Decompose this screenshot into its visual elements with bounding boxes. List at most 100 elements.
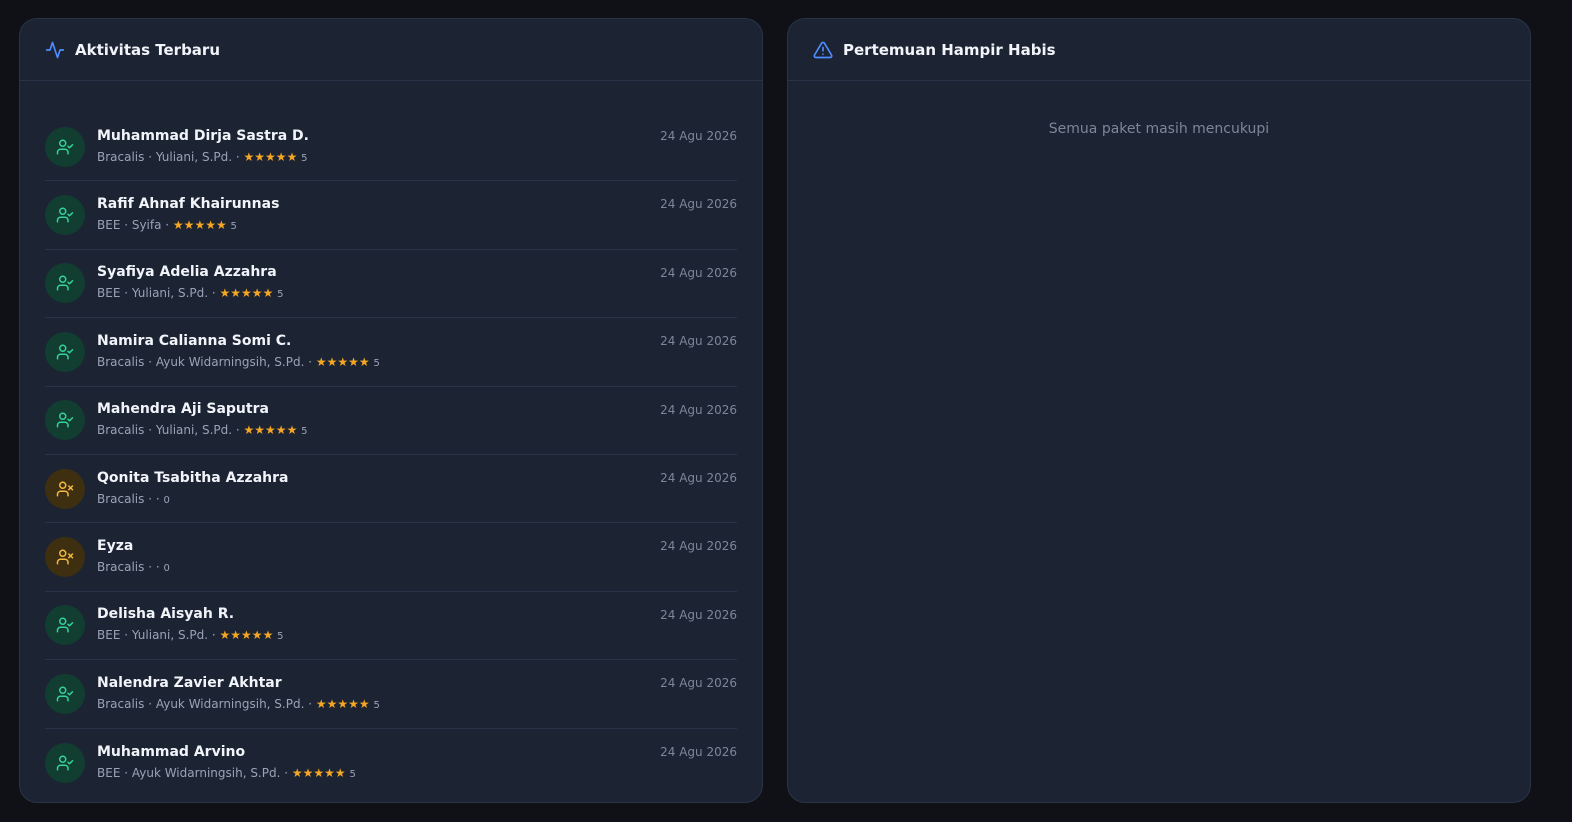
rating-score: 5 bbox=[277, 631, 284, 643]
rating-stars: ★★★★★ bbox=[172, 218, 227, 233]
activity-date: 24 Agu 2026 bbox=[660, 129, 737, 143]
activity-date: 24 Agu 2026 bbox=[660, 744, 737, 759]
activity-text: Syafiya Adelia Azzahra BEE · Yuliani, S.P… bbox=[97, 263, 284, 303]
user-check-icon bbox=[56, 616, 74, 634]
rating-score: 0 bbox=[163, 494, 170, 506]
user-check-avatar bbox=[45, 263, 85, 304]
activity-meta-text: BEE · Yuliani, S.Pd. · bbox=[97, 286, 220, 301]
user-check-avatar bbox=[45, 400, 85, 441]
activity-item[interactable]: Qonita Tsabitha Azzahra Bracalis · · 0 24 … bbox=[45, 455, 737, 524]
rating-stars: ★★★★★ bbox=[291, 765, 346, 780]
activity-meta: Bracalis · Ayuk Widarningsih, S.Pd. · ★★… bbox=[97, 696, 380, 714]
activity-text: Mahendra Aji Saputra Bracalis · Yuliani, … bbox=[97, 400, 308, 440]
user-check-icon bbox=[56, 274, 74, 292]
activity-meta: Bracalis · Yuliani, S.Pd. · ★★★★★ 5 bbox=[97, 149, 309, 167]
activity-item[interactable]: Delisha Aisyah R. BEE · Yuliani, S.Pd. · … bbox=[45, 592, 737, 661]
activity-item[interactable]: Mahendra Aji Saputra Bracalis · Yuliani, … bbox=[45, 387, 737, 455]
rating-stars: ★★★★★ bbox=[315, 354, 370, 369]
rating-stars: ★★★★★ bbox=[243, 423, 298, 438]
activity-meta-text: Bracalis · Yuliani, S.Pd. · bbox=[97, 423, 244, 438]
activity-meta-text: Bracalis · · bbox=[97, 491, 164, 506]
activity-meta: BEE · Yuliani, S.Pd. · ★★★★★ 5 bbox=[97, 627, 284, 645]
rating-stars: ★★★★★ bbox=[243, 149, 298, 164]
low-sessions-title: Pertemuan Hampir Habis bbox=[843, 40, 1056, 59]
activity-date: 24 Agu 2026 bbox=[660, 402, 737, 417]
student-name: Qonita Tsabitha Azzahra bbox=[97, 469, 289, 486]
user-x-avatar bbox=[45, 537, 85, 578]
student-name: Namira Calianna Somi C. bbox=[97, 332, 292, 349]
activity-text: Delisha Aisyah R. BEE · Yuliani, S.Pd. · … bbox=[97, 605, 284, 645]
student-name: Muhammad Dirja Sastra D. bbox=[97, 127, 309, 144]
activity-item[interactable]: Muhammad Arvino BEE · Ayuk Widarningsih, … bbox=[45, 729, 737, 797]
activity-meta-text: BEE · Ayuk Widarningsih, S.Pd. · bbox=[97, 765, 292, 780]
activity-meta-text: Bracalis · Yuliani, S.Pd. · bbox=[97, 149, 244, 164]
activity-text: Nalendra Zavier Akhtar Bracalis · Ayuk Wi… bbox=[97, 674, 380, 714]
student-name: Mahendra Aji Saputra bbox=[97, 401, 269, 418]
user-check-icon bbox=[56, 754, 74, 772]
activity-date: 24 Agu 2026 bbox=[660, 197, 737, 212]
rating-score: 5 bbox=[301, 152, 308, 164]
activity-item[interactable]: Syafiya Adelia Azzahra BEE · Yuliani, S.P… bbox=[45, 250, 737, 319]
recent-activity-header: Aktivitas Terbaru bbox=[20, 19, 762, 81]
activity-text: Muhammad Arvino BEE · Ayuk Widarningsih, … bbox=[97, 743, 356, 783]
activity-date: 24 Agu 2026 bbox=[660, 470, 737, 485]
rating-score: 5 bbox=[277, 289, 284, 301]
activity-item[interactable]: Nalendra Zavier Akhtar Bracalis · Ayuk Wi… bbox=[45, 660, 737, 729]
rating-score: 5 bbox=[373, 357, 380, 369]
student-name: Delisha Aisyah R. bbox=[97, 606, 235, 623]
user-check-icon bbox=[56, 343, 74, 361]
activity-date: 24 Agu 2026 bbox=[660, 334, 737, 349]
user-check-avatar bbox=[45, 195, 85, 236]
student-name: Rafif Ahnaf Khairunnas bbox=[97, 196, 280, 213]
activity-meta: BEE · Yuliani, S.Pd. · ★★★★★ 5 bbox=[97, 285, 284, 303]
warning-triangle-icon bbox=[813, 40, 833, 60]
activity-item[interactable]: Rafif Ahnaf Khairunnas BEE · Syifa · ★★★★… bbox=[45, 181, 737, 250]
activity-date: 24 Agu 2026 bbox=[660, 607, 737, 622]
activity-text: Qonita Tsabitha Azzahra Bracalis · · 0 bbox=[97, 469, 288, 509]
activity-text: Namira Calianna Somi C. Bracalis · Ayuk W… bbox=[97, 332, 380, 372]
activity-meta: Bracalis · Yuliani, S.Pd. · ★★★★★ 5 bbox=[97, 422, 308, 440]
rating-score: 5 bbox=[230, 221, 237, 233]
dashboard: Aktivitas Terbaru Muhammad Dirja Sastra … bbox=[0, 0, 1572, 822]
activity-date: 24 Agu 2026 bbox=[660, 676, 737, 691]
user-x-icon bbox=[56, 480, 74, 498]
rating-score: 5 bbox=[301, 426, 308, 438]
user-check-avatar bbox=[45, 605, 85, 646]
recent-activity-title: Aktivitas Terbaru bbox=[75, 40, 221, 59]
low-sessions-header: Pertemuan Hampir Habis bbox=[788, 19, 1530, 81]
activity-item[interactable]: Muhammad Dirja Sastra D. Bracalis · Yulia… bbox=[45, 113, 737, 182]
activity-meta-text: BEE · Yuliani, S.Pd. · bbox=[97, 628, 220, 643]
activity-meta-text: Bracalis · Ayuk Widarningsih, S.Pd. · bbox=[97, 354, 316, 369]
activity-text: Eyza Bracalis · · 0 bbox=[97, 537, 170, 577]
activity-meta: Bracalis · Ayuk Widarningsih, S.Pd. · ★★… bbox=[97, 354, 380, 372]
activity-meta: BEE · Ayuk Widarningsih, S.Pd. · ★★★★★ 5 bbox=[97, 765, 356, 783]
student-name: Eyza bbox=[97, 538, 134, 555]
user-x-avatar bbox=[45, 468, 85, 509]
activity-item[interactable]: Eyza Bracalis · · 0 24 Agu 2026 bbox=[45, 523, 737, 592]
user-x-icon bbox=[56, 548, 74, 566]
activity-text: Muhammad Dirja Sastra D. Bracalis · Yulia… bbox=[97, 127, 309, 167]
user-check-avatar bbox=[45, 331, 85, 372]
rating-score: 5 bbox=[349, 768, 356, 780]
user-check-avatar bbox=[45, 673, 85, 714]
activity-date: 24 Agu 2026 bbox=[660, 539, 737, 554]
activity-date: 24 Agu 2026 bbox=[660, 265, 737, 280]
user-check-avatar bbox=[45, 126, 85, 167]
activity-item[interactable]: Namira Calianna Somi C. Bracalis · Ayuk W… bbox=[45, 318, 737, 387]
user-check-icon bbox=[56, 411, 74, 429]
activity-icon bbox=[45, 40, 65, 60]
recent-activity-card: Aktivitas Terbaru Muhammad Dirja Sastra … bbox=[19, 18, 763, 803]
user-check-icon bbox=[56, 138, 74, 156]
user-check-icon bbox=[56, 685, 74, 703]
student-name: Muhammad Arvino bbox=[97, 743, 246, 760]
activity-meta-text: BEE · Syifa · bbox=[97, 218, 173, 233]
rating-score: 5 bbox=[373, 699, 380, 711]
rating-score: 0 bbox=[163, 563, 170, 575]
empty-state-message: Semua paket masih mencukupi bbox=[1048, 121, 1270, 137]
activity-meta: BEE · Syifa · ★★★★★ 5 bbox=[97, 217, 279, 235]
rating-stars: ★★★★★ bbox=[315, 696, 370, 711]
rating-stars: ★★★★★ bbox=[219, 628, 274, 643]
activity-list: Muhammad Dirja Sastra D. Bracalis · Yulia… bbox=[20, 81, 762, 797]
student-name: Nalendra Zavier Akhtar bbox=[97, 674, 282, 691]
user-check-avatar bbox=[45, 742, 85, 783]
